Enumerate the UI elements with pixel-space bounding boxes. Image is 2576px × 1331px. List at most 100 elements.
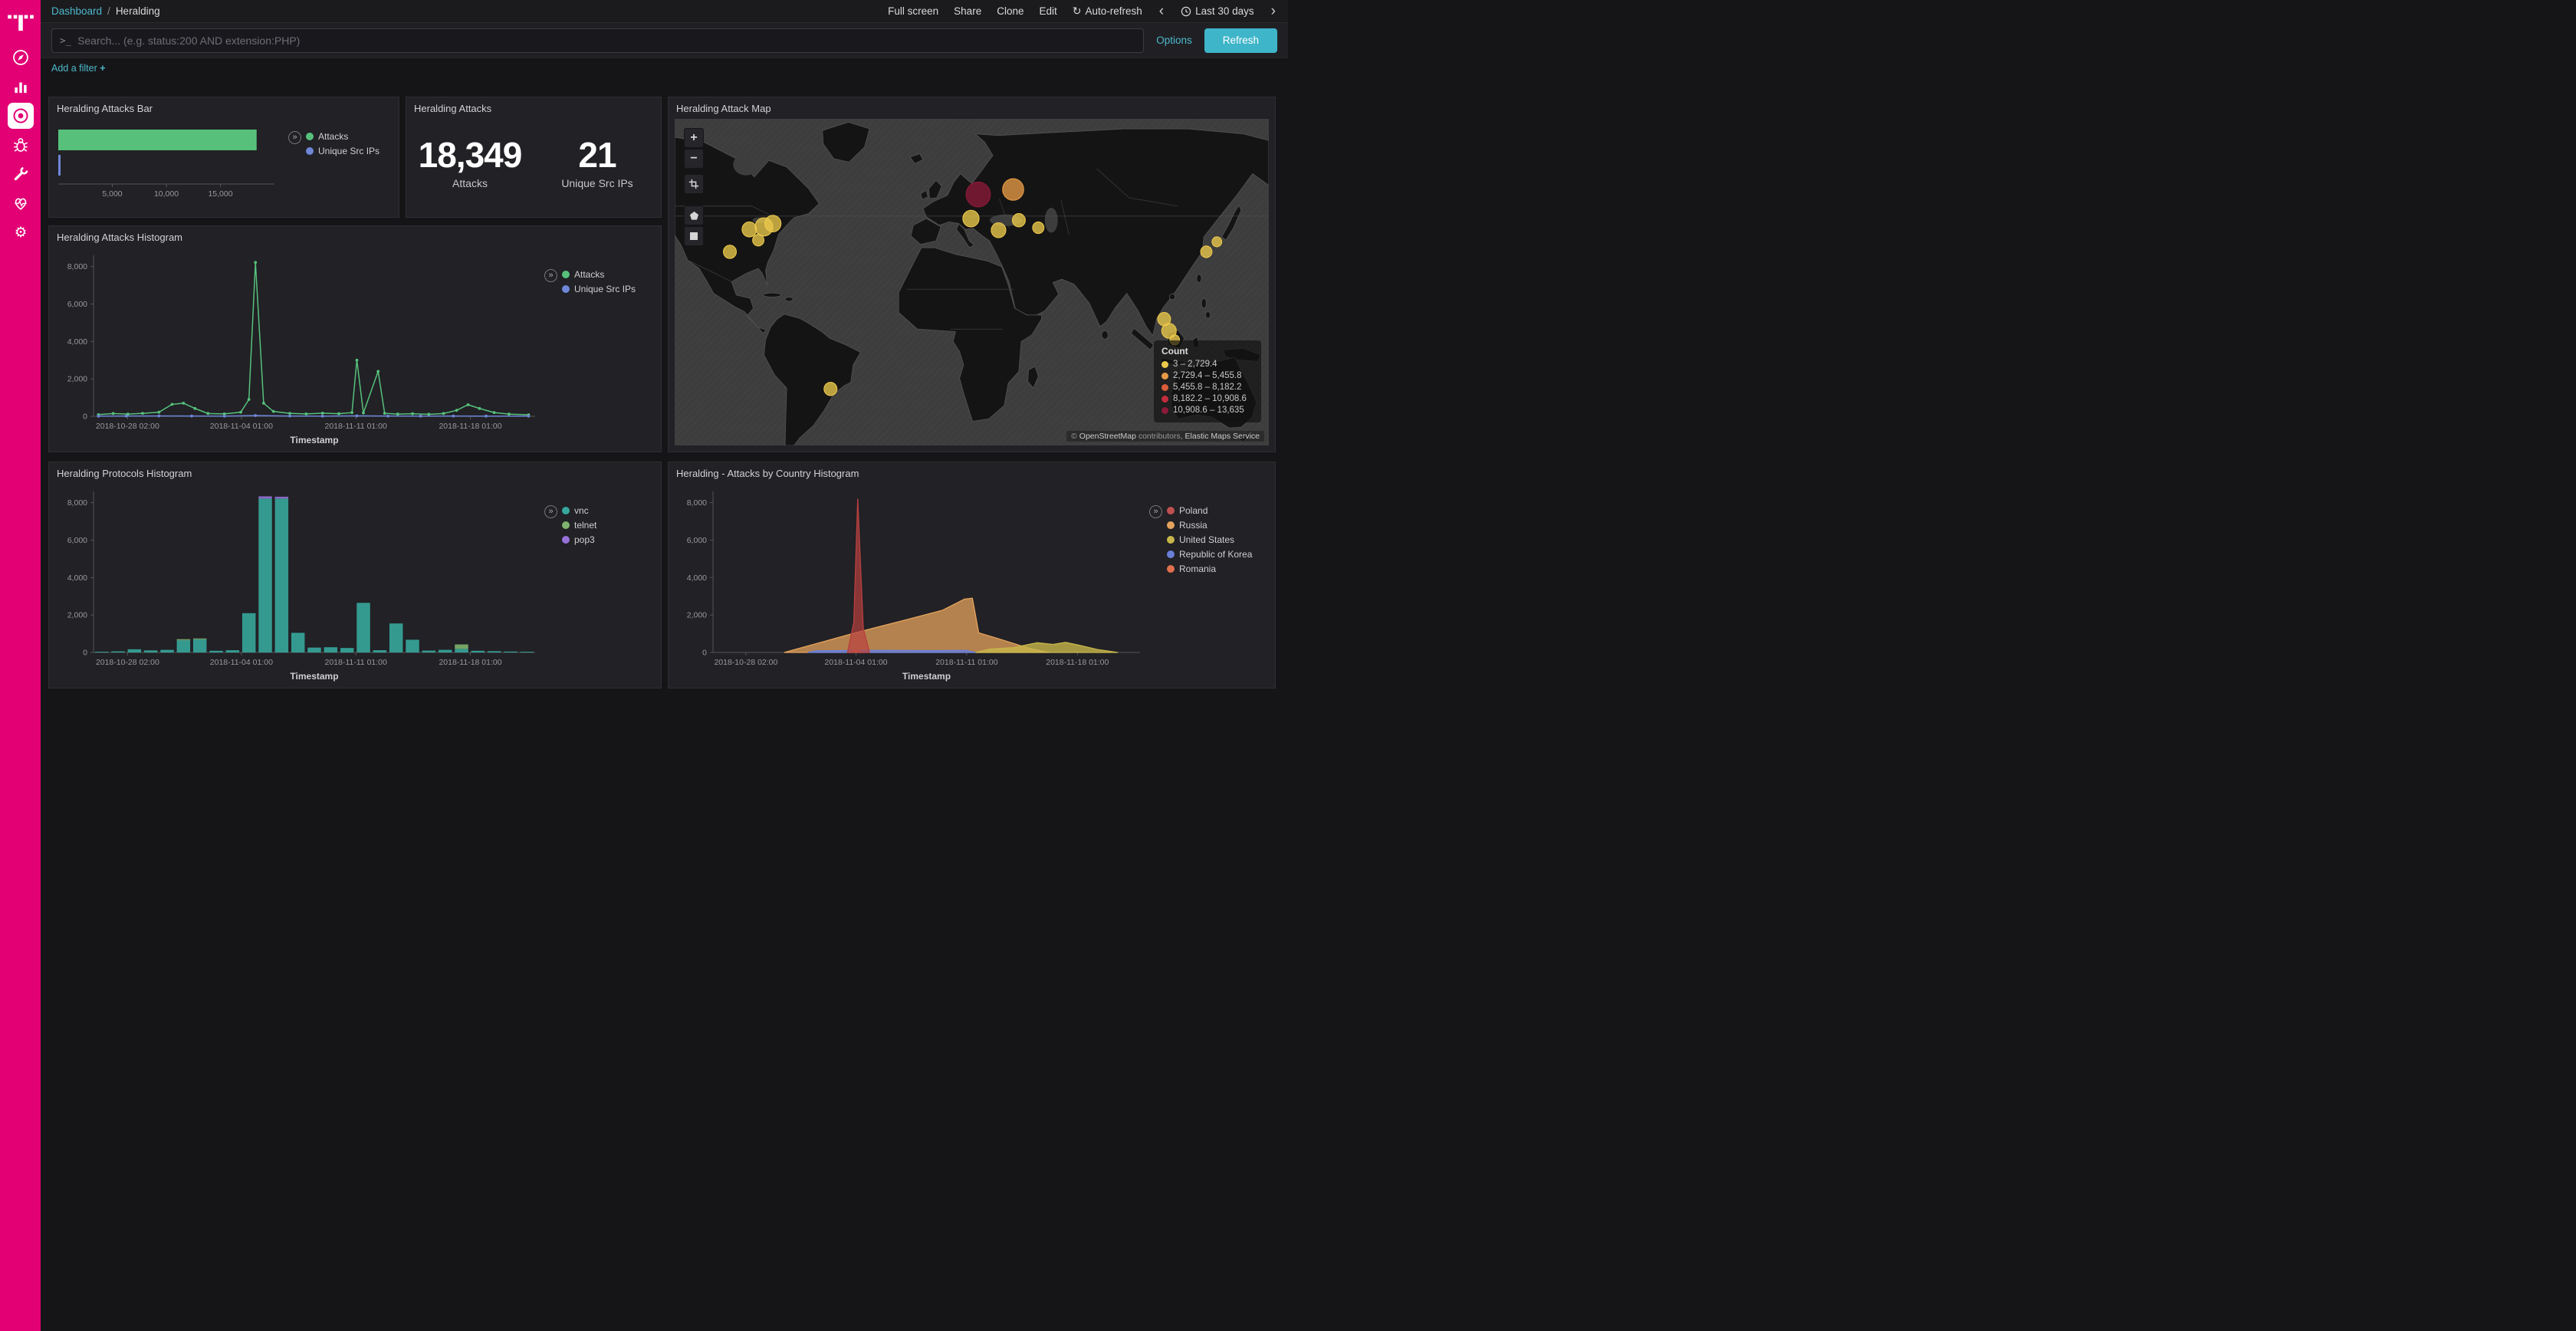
legend-color-dot [1162,384,1168,391]
country-histogram-chart[interactable]: 02,0004,0006,0008,0002018-10-28 02:00201… [675,485,1148,685]
legend-item[interactable]: Poland [1167,505,1252,516]
svg-text:2,000: 2,000 [67,375,87,384]
sidebar-item-tools[interactable] [0,159,41,189]
legend-color-dot [1167,507,1175,514]
legend-color-dot [1167,536,1175,544]
legend-item[interactable]: Attacks [306,131,380,142]
panel-title[interactable]: Heralding Attacks Histogram [49,226,661,246]
svg-text:6,000: 6,000 [67,300,87,309]
panel-title[interactable]: Heralding Attacks Bar [49,97,399,117]
svg-text:2018-11-04 01:00: 2018-11-04 01:00 [210,658,273,667]
sidebar-item-analytics[interactable] [0,72,41,101]
legend-color-dot [1167,521,1175,529]
time-back-chevron-icon[interactable]: ‹ [1158,4,1165,18]
legend-item[interactable]: Unique Src IPs [306,146,380,156]
attacks-histogram-chart[interactable]: 02,0004,0006,0008,0002018-10-28 02:00201… [55,249,543,449]
legend-color-dot [562,536,570,544]
legend-label: 8,182.2 – 10,908.6 [1173,394,1247,403]
metric-row: 18,349 Attacks 21 Unique Src IPs [406,117,661,189]
sidebar-item-security[interactable] [0,130,41,159]
legend-label: United States [1179,534,1234,545]
crop-icon [688,179,699,189]
legend-color-dot [1167,550,1175,558]
refresh-button[interactable]: Refresh [1204,28,1277,53]
map-zoom-in-button[interactable]: + [684,128,704,148]
sidebar-item-health[interactable] [0,189,41,218]
map-rectangle-tool-button[interactable] [684,226,704,246]
protocols-histogram-chart[interactable]: 02,0004,0006,0008,0002018-10-28 02:00201… [55,485,543,685]
svg-text:0: 0 [83,412,87,422]
sidebar: ⚙ [0,0,41,1331]
legend-toggle-icon[interactable]: » [544,269,557,282]
nav-right: Full screen Share Clone Edit ↻ Auto-refresh… [888,4,1277,18]
telekom-logo[interactable] [0,0,41,43]
openstreetmap-link[interactable]: OpenStreetMap [1079,432,1136,441]
breadcrumb-dashboard-link[interactable]: Dashboard [51,5,102,17]
legend-item[interactable]: Unique Src IPs [562,284,636,294]
terminal-prompt-icon: >_ [60,35,71,46]
chart-legend: » vnc telnet pop3 [544,505,656,549]
panel-title[interactable]: Heralding Attacks [406,97,661,117]
svg-text:8,000: 8,000 [67,262,87,271]
world-map[interactable]: + − [675,119,1269,445]
metric-label: Unique Src IPs [534,177,661,189]
options-link[interactable]: Options [1156,35,1192,46]
sidebar-item-dashboard[interactable] [0,43,41,72]
legend-item[interactable]: United States [1167,534,1252,545]
breadcrumb-separator: / [107,5,110,17]
chart-legend: » Attacks Unique Src IPs [288,131,393,160]
sidebar-item-attack-map[interactable] [0,101,41,130]
time-forward-chevron-icon[interactable]: › [1270,4,1277,18]
legend-item[interactable]: Attacks [562,269,636,280]
elastic-maps-service-link[interactable]: Elastic Maps Service [1185,432,1260,441]
svg-text:2018-11-18 01:00: 2018-11-18 01:00 [1046,658,1109,667]
legend-item[interactable]: Republic of Korea [1167,549,1252,560]
legend-item[interactable]: Romania [1167,564,1252,574]
svg-text:2018-11-18 01:00: 2018-11-18 01:00 [439,658,501,667]
svg-text:4,000: 4,000 [67,573,87,583]
legend-item[interactable]: pop3 [562,534,596,545]
nav-action-edit[interactable]: Edit [1039,5,1056,17]
svg-text:0: 0 [83,649,87,658]
map-zoom-out-button[interactable]: − [684,149,704,169]
legend-label: Republic of Korea [1179,549,1252,560]
add-filter-link[interactable]: Add a filter + [51,63,106,74]
legend-toggle-icon[interactable]: » [544,505,557,518]
legend-color-dot [1167,565,1175,573]
metric-value: 18,349 [406,134,534,176]
svg-text:2018-11-11 01:00: 2018-11-11 01:00 [325,422,388,431]
legend-label: 2,729.4 – 5,455.8 [1173,371,1242,380]
refresh-cycle-icon: ↻ [1073,5,1082,18]
svg-text:2018-11-04 01:00: 2018-11-04 01:00 [210,422,273,431]
sidebar-item-settings[interactable]: ⚙ [0,218,41,247]
map-fit-bounds-button[interactable] [684,174,704,194]
auto-refresh-button[interactable]: ↻ Auto-refresh [1073,5,1142,18]
time-range-picker[interactable]: Last 30 days [1181,5,1254,17]
legend-toggle-icon[interactable]: » [288,131,301,144]
nav-action-share[interactable]: Share [954,5,981,17]
legend-item[interactable]: vnc [562,505,596,516]
svg-text:2018-11-04 01:00: 2018-11-04 01:00 [824,658,887,667]
svg-text:0: 0 [702,649,707,658]
nav-action-full-screen[interactable]: Full screen [888,5,938,17]
legend-item[interactable]: Russia [1167,520,1252,531]
nav-action-clone[interactable]: Clone [997,5,1024,17]
legend-label: 5,455.8 – 8,182.2 [1173,383,1242,392]
svg-text:4,000: 4,000 [687,573,707,583]
panel-title[interactable]: Heralding Attack Map [669,97,1275,117]
legend-label: vnc [574,505,589,516]
sidebar-nav: ⚙ [0,43,41,247]
compass-icon [8,44,34,71]
attacks-bar-chart[interactable]: 5,00010,00015,000 [55,117,285,214]
legend-color-dot [1162,407,1168,414]
legend-toggle-icon[interactable]: » [1149,505,1162,518]
panel-heralding-attack-map: Heralding Attack Map [668,97,1276,452]
panel-title[interactable]: Heralding - Attacks by Country Histogram [669,462,1275,482]
metric-unique-src-ips: 21 Unique Src IPs [534,134,661,189]
map-polygon-tool-button[interactable] [684,205,704,225]
legend-item[interactable]: telnet [562,520,596,531]
legend-item: 10,908.6 – 13,635 [1162,406,1254,415]
panel-title[interactable]: Heralding Protocols Histogram [49,462,661,482]
svg-text:2018-10-28 02:00: 2018-10-28 02:00 [96,422,159,431]
search-input[interactable] [77,35,1135,47]
